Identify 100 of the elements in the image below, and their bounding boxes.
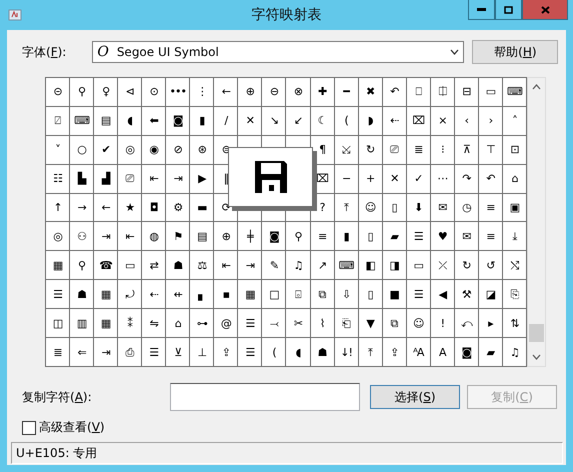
character-cell[interactable]: ☰	[46, 280, 70, 310]
character-cell[interactable]: ⇋	[142, 309, 166, 338]
character-cell[interactable]: ⊖	[262, 78, 286, 107]
character-cell[interactable]: ◙	[454, 338, 479, 367]
character-cell[interactable]: ↷	[454, 164, 479, 194]
character-cell[interactable]: ‹	[454, 106, 479, 136]
character-cell[interactable]: ▪	[214, 280, 238, 310]
character-cell[interactable]: ▼	[358, 309, 383, 338]
character-cell[interactable]: ▯	[358, 222, 383, 252]
character-cell[interactable]: ☺	[358, 194, 383, 222]
character-cell[interactable]: ⇠	[142, 280, 166, 310]
character-cell[interactable]: ⇤	[118, 222, 142, 252]
character-cell[interactable]: ⇥	[94, 222, 118, 252]
character-cell[interactable]: ▤	[190, 222, 214, 252]
character-cell[interactable]: ⇥	[94, 338, 118, 367]
character-cell[interactable]: ☺	[406, 309, 431, 338]
character-cell[interactable]: ◀	[430, 280, 455, 310]
character-cell[interactable]: ✎	[262, 251, 286, 280]
character-cell[interactable]: ⊙	[142, 78, 166, 107]
character-cell[interactable]: ⊼	[454, 136, 479, 165]
character-cell[interactable]: ✔	[94, 136, 118, 165]
character-cell[interactable]: ◧	[358, 251, 383, 280]
character-cell[interactable]: ←	[94, 194, 118, 222]
character-cell[interactable]: ⤒	[334, 194, 359, 222]
character-cell[interactable]: ▶	[190, 164, 214, 194]
character-cell[interactable]: ⊕	[238, 78, 262, 107]
character-cell[interactable]: ⇩	[334, 280, 359, 310]
character-cell[interactable]: ⎅	[430, 78, 455, 107]
character-cell[interactable]: ✖	[358, 78, 383, 107]
character-cell[interactable]: ◖	[286, 338, 311, 367]
character-cell[interactable]: ↑	[46, 194, 70, 222]
character-cell[interactable]: ◙	[166, 106, 190, 136]
character-cell[interactable]: ◗	[358, 106, 383, 136]
scroll-thumb[interactable]	[529, 324, 544, 342]
character-cell[interactable]: ⚖	[190, 251, 214, 280]
character-cell[interactable]: ╪	[238, 222, 262, 252]
character-cell[interactable]: ⎗	[334, 309, 359, 338]
character-cell[interactable]: ✕	[238, 106, 262, 136]
character-cell[interactable]: ✉	[454, 222, 479, 252]
character-cell[interactable]: ⧉	[382, 309, 407, 338]
character-cell[interactable]: ◍	[142, 222, 166, 252]
character-cell[interactable]: ⍁	[46, 106, 70, 136]
character-cell[interactable]: ☾	[310, 106, 335, 136]
character-cell[interactable]: ≣	[406, 136, 431, 165]
character-cell[interactable]: ◨	[382, 251, 407, 280]
character-cell[interactable]: ◘	[142, 194, 166, 222]
character-cell[interactable]: ≡	[310, 222, 335, 252]
character-cell[interactable]: ⇥	[166, 164, 190, 194]
character-cell[interactable]: •••	[166, 78, 190, 107]
character-cell[interactable]: −	[334, 164, 359, 194]
character-cell[interactable]: ⚙	[166, 194, 190, 222]
character-cell[interactable]: ⋮	[190, 78, 214, 107]
character-cell[interactable]: ▟	[94, 164, 118, 194]
character-cell[interactable]: ▰	[382, 222, 407, 252]
character-cell[interactable]: ⤾	[118, 280, 142, 310]
character-cell[interactable]: ˅	[46, 136, 70, 165]
character-cell[interactable]: ▦	[94, 280, 118, 310]
character-cell[interactable]: ☰	[142, 338, 166, 367]
character-cell[interactable]: ⚑	[166, 222, 190, 252]
character-cell[interactable]: ⤩	[334, 136, 359, 165]
character-cell[interactable]: ⊲	[118, 78, 142, 107]
character-cell[interactable]: ▭	[406, 251, 431, 280]
character-cell[interactable]: ✕	[382, 164, 407, 194]
character-cell[interactable]: ↺	[478, 251, 503, 280]
character-cell[interactable]: ↶	[382, 78, 407, 107]
character-cell[interactable]: ↻	[358, 136, 383, 165]
character-cell[interactable]: ⌨	[334, 251, 359, 280]
character-cell[interactable]: ⋯	[430, 164, 455, 194]
character-cell[interactable]: ›	[478, 106, 503, 136]
character-cell[interactable]: ■	[382, 280, 407, 310]
character-cell[interactable]: ⇤	[214, 251, 238, 280]
character-cell[interactable]: ▮	[190, 106, 214, 136]
character-cell[interactable]: ▦	[46, 251, 70, 280]
character-cell[interactable]: ∕	[214, 106, 238, 136]
character-cell[interactable]: ⇤	[142, 164, 166, 194]
character-cell[interactable]: ⌨	[70, 106, 94, 136]
character-cell[interactable]: ←	[214, 78, 238, 107]
character-cell[interactable]: ↘	[262, 106, 286, 136]
character-cell[interactable]: ⚒	[454, 280, 479, 310]
minimize-button[interactable]	[468, 0, 495, 20]
character-cell[interactable]: ◪	[478, 280, 503, 310]
character-cell[interactable]: ⤺	[454, 309, 479, 338]
character-cell[interactable]: ◙	[262, 222, 286, 252]
character-cell[interactable]: ⤫	[430, 251, 455, 280]
character-cell[interactable]: ◉	[142, 136, 166, 165]
character-cell[interactable]: ▸	[478, 309, 503, 338]
character-cell[interactable]: ♥	[430, 222, 455, 252]
close-button[interactable]	[522, 0, 568, 20]
font-dropdown[interactable]: O Segoe UI Symbol	[92, 41, 464, 63]
character-cell[interactable]: ◷	[454, 194, 479, 222]
character-cell[interactable]: ☰	[238, 309, 262, 338]
character-cell[interactable]: ☗	[166, 251, 190, 280]
character-cell[interactable]: ⊤	[478, 136, 503, 165]
character-cell[interactable]: ⊟	[454, 78, 479, 107]
character-cell[interactable]: ⚲	[70, 78, 94, 107]
character-cell[interactable]: ○	[70, 136, 94, 165]
character-cell[interactable]: ♫	[286, 251, 311, 280]
character-cell[interactable]: ⎙	[118, 338, 142, 367]
character-cell[interactable]: ⎚	[118, 164, 142, 194]
character-cell[interactable]: ▤	[94, 106, 118, 136]
